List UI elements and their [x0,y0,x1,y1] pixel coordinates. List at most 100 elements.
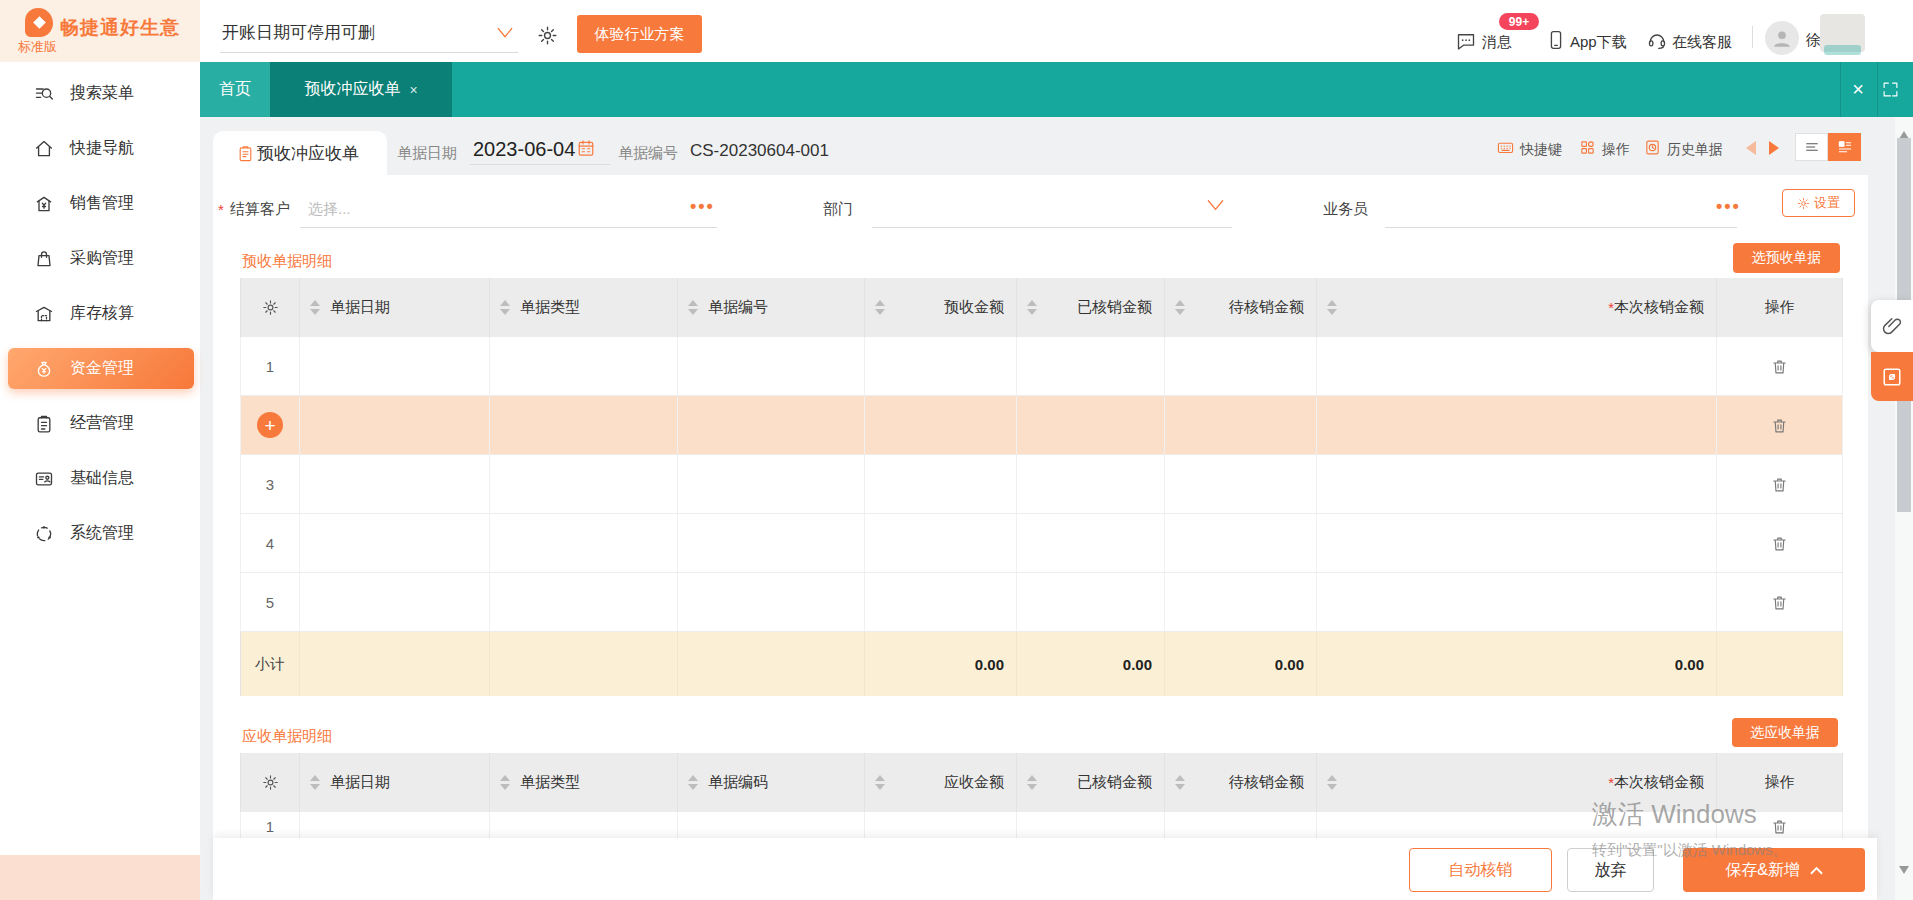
select-receivable-button[interactable]: 选应收单据 [1732,718,1838,747]
document-tab[interactable]: 预收冲应收单 [213,131,387,175]
customer-label: 结算客户 [230,200,290,219]
sidebar-item-系统管理[interactable]: 系统管理 [0,506,200,561]
column-header[interactable]: *本次核销金额 [1317,753,1717,812]
delete-row-icon[interactable] [1771,818,1788,835]
column-header[interactable]: 单据类型 [490,753,678,812]
period-select[interactable]: 开账日期可停用可删 [222,21,375,44]
customer-input[interactable]: 选择... [308,200,351,219]
sidebar-item-资金管理[interactable]: 资金管理 [0,341,200,396]
fullscreen-icon[interactable] [1882,81,1899,98]
card-view-button[interactable] [1828,133,1861,161]
avatar[interactable] [1765,21,1799,55]
online-support-label[interactable]: 在线客服 [1672,33,1732,52]
column-header[interactable]: 单据编码 [678,753,865,812]
history-doc-icon[interactable] [1644,139,1661,156]
delete-row-icon[interactable] [1771,535,1788,552]
divider [1877,62,1878,117]
column-header: 操作 [1717,278,1843,337]
tab-active[interactable]: 预收冲应收单 × [270,62,452,117]
salesman-more-icon[interactable]: ••• [1716,196,1741,217]
scroll-down-icon[interactable] [1899,866,1909,879]
clipboard-icon [237,145,254,162]
message-icon[interactable] [1456,31,1476,51]
keyboard-icon[interactable] [1497,139,1514,156]
column-settings[interactable] [240,278,300,337]
column-header[interactable]: 单据类型 [490,278,678,337]
table-header-row: 单据日期单据类型单据编号预收金额已核销金额待核销金额*本次核销金额操作 [240,278,1843,337]
dept-chevron-icon[interactable] [1206,198,1225,213]
required-star: * [218,201,224,218]
column-header[interactable]: 应收金额 [865,753,1017,812]
sidebar-item-采购管理[interactable]: 采购管理 [0,231,200,286]
sidebar-item-label: 搜索菜单 [70,83,134,104]
add-row-button[interactable]: + [257,412,283,438]
document-tab-label: 预收冲应收单 [257,142,359,165]
sidebar-item-快捷导航[interactable]: 快捷导航 [0,121,200,176]
column-header: 操作 [1717,753,1843,812]
delete-row-icon[interactable] [1771,358,1788,375]
prev-arrow-icon[interactable] [1746,141,1756,155]
column-header[interactable]: 待核销金额 [1165,278,1317,337]
column-header[interactable]: 待核销金额 [1165,753,1317,812]
select-prepaid-button[interactable]: 选预收单据 [1733,243,1840,273]
expand-button[interactable] [1871,352,1913,401]
sidebar-item-销售管理[interactable]: 销售管理 [0,176,200,231]
subtotal-row: 小计0.000.000.000.00 [240,632,1843,696]
column-header[interactable]: *本次核销金额 [1317,278,1717,337]
sidebar-item-label: 销售管理 [70,193,134,214]
headset-icon[interactable] [1647,30,1667,50]
column-header[interactable]: 单据日期 [300,278,490,337]
sidebar-item-基础信息[interactable]: 基础信息 [0,451,200,506]
list-view-button[interactable] [1795,133,1828,161]
chevron-down-icon[interactable] [496,26,514,40]
history-label[interactable]: 历史单据 [1667,141,1723,159]
discard-button[interactable]: 放弃 [1567,848,1654,892]
next-arrow-icon[interactable] [1769,141,1779,155]
settings-button[interactable]: 设置 [1782,189,1855,217]
operations-label[interactable]: 操作 [1602,141,1630,159]
close-tab-icon[interactable]: × [409,82,417,98]
messages-label[interactable]: 消息 [1482,33,1512,52]
grid-icon[interactable] [1579,139,1596,156]
shortcut-label[interactable]: 快捷键 [1520,141,1562,159]
inventory-icon [34,304,54,324]
receivable-table: 单据日期单据类型单据编码应收金额已核销金额待核销金额*本次核销金额操作1 [240,753,1843,838]
calendar-icon[interactable] [577,139,595,157]
section2-title: 应收单据明细 [242,727,332,746]
divider [1752,26,1753,48]
delete-row-icon[interactable] [1771,417,1788,434]
customer-more-icon[interactable]: ••• [690,196,715,217]
auto-writeoff-button[interactable]: 自动核销 [1409,848,1552,892]
divider [1840,62,1841,117]
column-settings[interactable] [240,753,300,812]
tab-active-label: 预收冲应收单 [304,79,400,100]
delete-row-icon[interactable] [1771,594,1788,611]
phone-icon[interactable] [1546,30,1566,50]
sidebar-item-库存核算[interactable]: 库存核算 [0,286,200,341]
column-header[interactable]: 已核销金额 [1017,753,1165,812]
gear-icon[interactable] [537,25,558,46]
period-underline [220,52,518,53]
quick-nav-icon [34,139,54,159]
sidebar-item-搜索菜单[interactable]: 搜索菜单 [0,66,200,121]
app-download-label[interactable]: App下载 [1570,33,1627,52]
column-header[interactable]: 预收金额 [865,278,1017,337]
gear-icon [1797,197,1810,210]
column-header[interactable]: 单据日期 [300,753,490,812]
column-header[interactable]: 单据编号 [678,278,865,337]
column-header[interactable]: 已核销金额 [1017,278,1165,337]
attachment-button[interactable] [1871,300,1913,352]
save-and-new-button[interactable]: 保存&新增 [1683,848,1865,892]
sidebar-item-经营管理[interactable]: 经营管理 [0,396,200,451]
message-count-badge: 99+ [1497,11,1541,32]
dept-label: 部门 [823,200,853,219]
industry-plan-button[interactable]: 体验行业方案 [577,15,702,53]
tab-home[interactable]: 首页 [200,62,270,117]
delete-row-icon[interactable] [1771,476,1788,493]
sidebar-item-label: 资金管理 [70,358,134,379]
close-icon[interactable]: × [1848,79,1868,99]
date-value[interactable]: 2023-06-04 [473,138,575,161]
sidebar-item-label: 库存核算 [70,303,134,324]
top-bar: 开账日期可停用可删 体验行业方案 消息 99+ App下载 在线客服 徐 [200,0,1913,62]
basic-info-icon [34,469,54,489]
